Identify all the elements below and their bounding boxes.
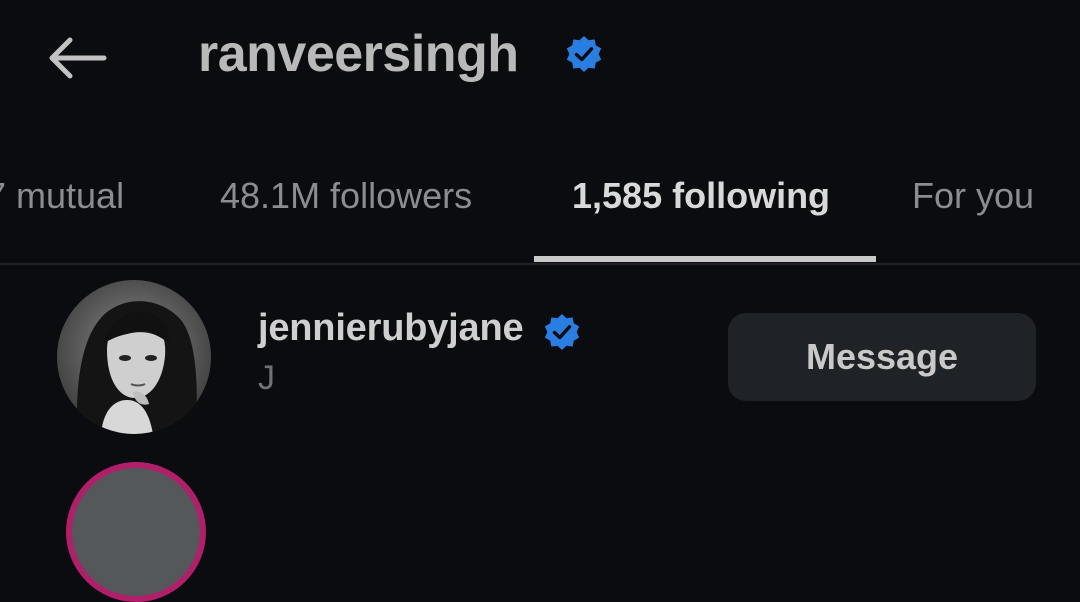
tab-following[interactable]: 1,585 following xyxy=(572,172,830,220)
tab-mutual[interactable]: 7 mutual xyxy=(0,172,124,220)
back-button[interactable] xyxy=(40,28,112,88)
list-item-username[interactable]: jennierubyjane xyxy=(258,304,524,352)
profile-username-title: ranveersingh xyxy=(198,25,519,83)
arrow-left-icon xyxy=(49,37,107,79)
avatar[interactable] xyxy=(57,280,211,434)
avatar[interactable] xyxy=(66,462,206,602)
tab-for-you[interactable]: For you xyxy=(912,172,1034,220)
message-button[interactable]: Message xyxy=(728,313,1036,401)
tab-followers[interactable]: 48.1M followers xyxy=(220,172,472,220)
verified-badge-icon xyxy=(544,314,580,350)
profile-header: ranveersingh xyxy=(0,0,1080,120)
profile-photo xyxy=(57,280,211,434)
verified-badge-icon xyxy=(566,36,602,72)
list-item-fullname: J xyxy=(258,359,275,397)
active-tab-indicator xyxy=(534,256,876,262)
list-item[interactable]: jennierubyjane J Message xyxy=(0,270,1080,440)
tabs-divider xyxy=(0,263,1080,265)
follow-tabs: 7 mutual 48.1M followers 1,585 following… xyxy=(0,150,1080,264)
